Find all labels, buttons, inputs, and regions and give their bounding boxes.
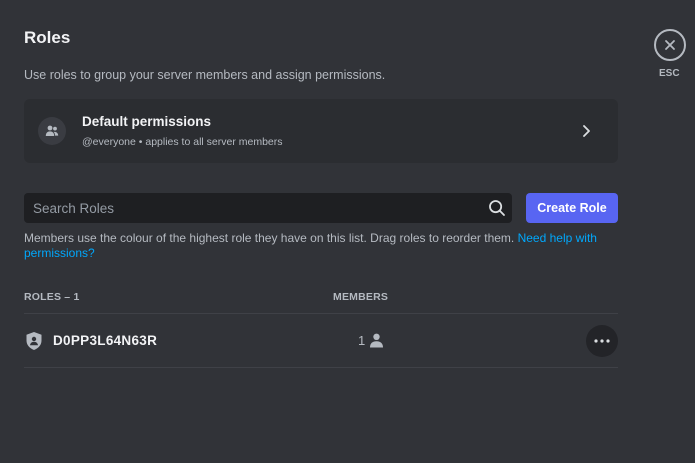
default-permissions-subtitle: @everyone • applies to all server member… — [82, 136, 283, 148]
more-options-button[interactable] — [586, 325, 618, 357]
role-name: D0PP3L64N63R — [53, 333, 158, 348]
search-box — [24, 193, 512, 223]
default-permissions-card[interactable]: Default permissions @everyone • applies … — [24, 99, 618, 163]
member-count: 1 — [358, 333, 366, 348]
close-icon — [665, 40, 675, 50]
row-divider — [24, 367, 618, 368]
page-title: Roles — [24, 28, 71, 47]
default-permissions-title: Default permissions — [82, 114, 212, 129]
shield-icon — [26, 332, 42, 350]
roles-column-header: ROLES – 1 — [24, 291, 80, 303]
table-row[interactable]: D0PP3L64N63R 1 — [24, 314, 618, 367]
members-column-header: MEMBERS — [333, 291, 389, 303]
search-input[interactable] — [24, 193, 474, 223]
esc-label: ESC — [659, 68, 680, 79]
more-horizontal-icon — [594, 339, 610, 343]
person-icon — [370, 333, 383, 348]
chevron-right-icon — [583, 125, 590, 137]
close-button[interactable] — [654, 29, 686, 61]
roles-hint: Members use the colour of the highest ro… — [24, 231, 614, 261]
members-icon — [38, 117, 66, 145]
create-role-button[interactable]: Create Role — [526, 193, 618, 223]
roles-hint-text: Members use the colour of the highest ro… — [24, 231, 515, 245]
search-icon[interactable] — [488, 199, 506, 217]
page-subtitle: Use roles to group your server members a… — [24, 68, 386, 82]
